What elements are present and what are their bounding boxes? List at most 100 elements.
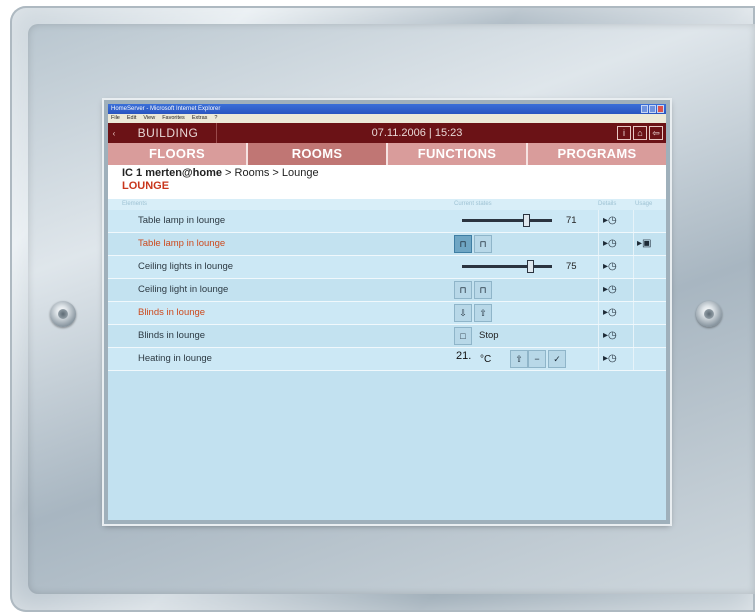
usage-cell [633, 325, 666, 347]
usage-icon[interactable]: ▸▣ [637, 236, 651, 252]
left-screw-icon [50, 301, 76, 327]
lamp-on-icon[interactable]: ⊓ [454, 281, 472, 299]
breadcrumb: IC 1 merten@home > Rooms > Lounge [122, 167, 658, 179]
tab-floors[interactable]: FLOORS [108, 143, 248, 165]
status-cell: 21. °C ⇧ − ✓ [452, 348, 596, 370]
back-arrow-icon[interactable]: ‹ [108, 129, 120, 138]
touch-screen: HomeServer - Microsoft Internet Explorer… [104, 100, 670, 524]
menu-edit[interactable]: Edit [127, 114, 136, 123]
close-button[interactable] [657, 105, 664, 113]
table-row: Ceiling lights in lounge 75 ▸◷ [108, 256, 666, 279]
element-list: Table lamp in lounge 71 ▸◷ Table lamp in lo… [108, 210, 666, 371]
breadcrumb-path: > Rooms > Lounge [221, 167, 319, 179]
dimmer-slider-handle[interactable] [526, 260, 534, 273]
col-usage: Usage [635, 201, 653, 207]
clock-icon[interactable]: ▸◷ [603, 213, 617, 229]
browser-window: HomeServer - Microsoft Internet Explorer… [108, 104, 666, 520]
breadcrumb-site[interactable]: IC 1 merten@home [122, 167, 222, 179]
temp-minus-icon[interactable]: − [528, 350, 546, 368]
menu-extras[interactable]: Extras [192, 114, 208, 123]
tab-programs[interactable]: PROGRAMS [528, 143, 666, 165]
table-row: Table lamp in lounge 71 ▸◷ [108, 210, 666, 233]
temp-confirm-icon[interactable]: ✓ [548, 350, 566, 368]
exit-icon[interactable]: ⇦ [649, 126, 663, 140]
details-cell: ▸◷ [598, 256, 633, 278]
info-icon[interactable]: i [617, 126, 631, 140]
col-status: Current states [454, 201, 492, 207]
dimmer-slider-handle[interactable] [522, 214, 530, 227]
row-label: Table lamp in lounge [138, 238, 226, 249]
minimize-button[interactable] [641, 105, 648, 113]
temperature-unit: °C [480, 354, 492, 365]
status-cell: ⊓ ⊓ [452, 279, 596, 301]
row-label: Blinds in lounge [138, 330, 206, 341]
clock-icon[interactable]: ▸◷ [603, 351, 617, 367]
lamp-on-icon[interactable]: ⊓ [454, 235, 472, 253]
details-cell: ▸◷ [598, 233, 633, 255]
usage-cell [633, 348, 666, 370]
browser-title-bar: HomeServer - Microsoft Internet Explorer [108, 104, 666, 114]
stop-icon[interactable]: □ [454, 327, 472, 345]
details-cell: ▸◷ [598, 325, 633, 347]
page-title: LOUNGE [122, 180, 170, 192]
breadcrumb-area: IC 1 merten@home > Rooms > Lounge LOUNGE [108, 165, 666, 199]
clock-icon[interactable]: ▸◷ [603, 282, 617, 298]
status-cell: ⊓ ⊓ [452, 233, 596, 255]
col-details: Details [598, 201, 617, 207]
status-cell: ⇩ ⇧ [452, 302, 596, 324]
clock-icon[interactable]: ▸◷ [603, 305, 617, 321]
clock-icon[interactable]: ▸◷ [603, 328, 617, 344]
lamp-off-icon[interactable]: ⊓ [474, 281, 492, 299]
building-button[interactable]: BUILDING [120, 123, 217, 143]
home-icon[interactable]: ⌂ [633, 126, 647, 140]
blinds-up-icon[interactable]: ⇧ [474, 304, 492, 322]
menu-file[interactable]: File [111, 114, 120, 123]
tab-rooms[interactable]: ROOMS [248, 143, 388, 165]
app-header: ‹ BUILDING 07.11.2006 | 15:23 i ⌂ ⇦ [108, 123, 666, 143]
row-label: Ceiling light in lounge [138, 284, 229, 295]
row-label: Heating in lounge [138, 353, 212, 364]
stop-label: Stop [479, 330, 499, 341]
row-label: Blinds in lounge [138, 307, 206, 318]
maximize-button[interactable] [649, 105, 656, 113]
row-label: Ceiling lights in lounge [138, 261, 234, 272]
usage-cell [633, 256, 666, 278]
clock-icon[interactable]: ▸◷ [603, 236, 617, 252]
table-row: Ceiling light in lounge ⊓ ⊓ ▸◷ [108, 279, 666, 302]
dimmer-slider-track[interactable] [462, 219, 552, 222]
dimmer-slider-track[interactable] [462, 265, 552, 268]
clock-icon[interactable]: ▸◷ [603, 259, 617, 275]
browser-title: HomeServer - Microsoft Internet Explorer [111, 106, 221, 112]
table-row: Table lamp in lounge ⊓ ⊓ ▸◷ ▸▣ [108, 233, 666, 256]
details-cell: ▸◷ [598, 279, 633, 301]
temperature-value: 21. [456, 350, 472, 362]
dimmer-value: 71 [566, 215, 577, 226]
details-cell: ▸◷ [598, 348, 633, 370]
menu-favorites[interactable]: Favorites [162, 114, 185, 123]
menu-view[interactable]: View [143, 114, 155, 123]
lamp-off-icon[interactable]: ⊓ [474, 235, 492, 253]
browser-menu-bar: File Edit View Favorites Extras ? [108, 114, 666, 123]
usage-cell [633, 210, 666, 232]
status-cell: 75 [452, 256, 596, 278]
main-tabs: FLOORS ROOMS FUNCTIONS PROGRAMS [108, 143, 666, 165]
usage-cell [633, 302, 666, 324]
header-datetime: 07.11.2006 | 15:23 [371, 127, 463, 139]
status-cell: 71 [452, 210, 596, 232]
table-row: Heating in lounge 21. °C ⇧ − ✓ ▸◷ [108, 348, 666, 371]
details-cell: ▸◷ [598, 210, 633, 232]
row-label: Table lamp in lounge [138, 215, 226, 226]
blinds-down-icon[interactable]: ⇩ [454, 304, 472, 322]
usage-cell [633, 279, 666, 301]
temp-up-icon[interactable]: ⇧ [510, 350, 528, 368]
status-cell: □ Stop [452, 325, 596, 347]
menu-help[interactable]: ? [214, 114, 217, 123]
table-row: Blinds in lounge □ Stop ▸◷ [108, 325, 666, 348]
tab-functions[interactable]: FUNCTIONS [388, 143, 528, 165]
table-row: Blinds in lounge ⇩ ⇧ ▸◷ [108, 302, 666, 325]
details-cell: ▸◷ [598, 302, 633, 324]
right-screw-icon [696, 301, 722, 327]
column-headers: Elements Current states Details Usage [108, 199, 666, 210]
col-elements: Elements [122, 201, 148, 207]
dimmer-value: 75 [566, 261, 577, 272]
